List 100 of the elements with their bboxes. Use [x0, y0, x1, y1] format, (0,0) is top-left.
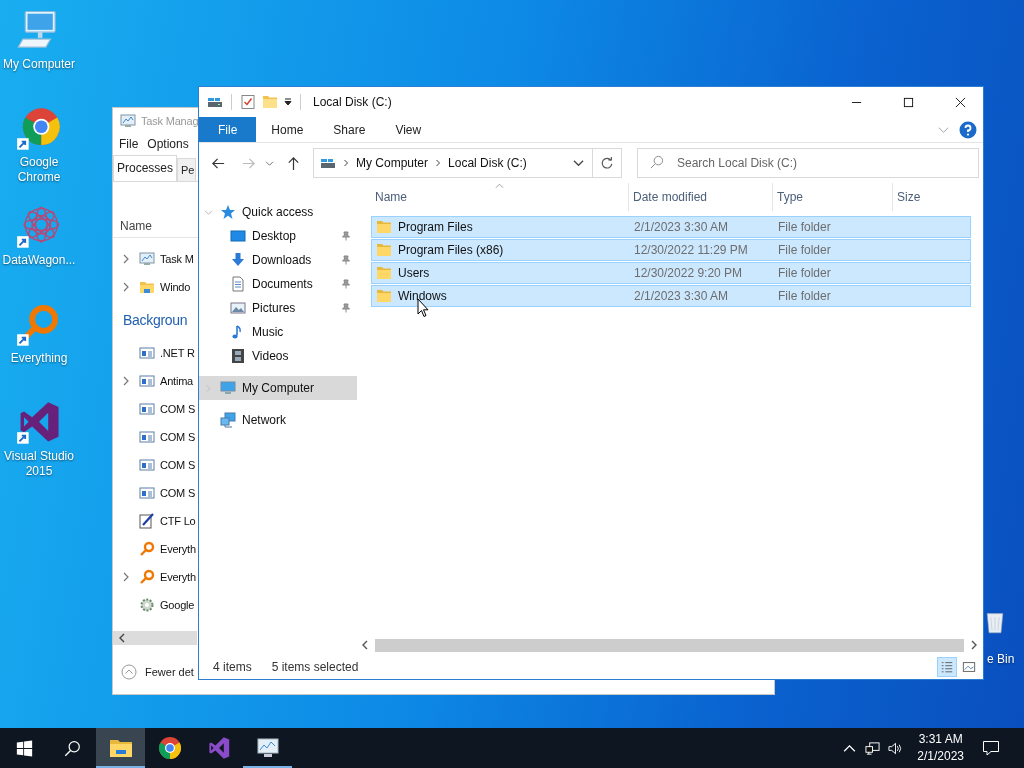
window-icon [139, 429, 155, 445]
navigation-item[interactable]: Videos [199, 344, 357, 368]
column-header[interactable]: Name [371, 183, 629, 211]
selection-count: 5 items selected [271, 659, 359, 674]
file-name: Users [398, 266, 430, 280]
navigation-item[interactable]: Music [199, 320, 357, 344]
column-header[interactable]: Name [120, 219, 152, 233]
process-name: Google [160, 599, 195, 611]
navigation-item[interactable]: Downloads [199, 248, 357, 272]
scroll-right-icon[interactable] [970, 640, 978, 650]
scroll-left-icon[interactable] [118, 633, 126, 643]
clock-time[interactable]: 3:31 AM [918, 731, 963, 748]
monitor-chart-icon[interactable] [255, 736, 280, 760]
navigation-item[interactable]: Network [199, 408, 357, 432]
search-icon[interactable] [63, 739, 81, 757]
chrome-icon[interactable] [157, 736, 182, 760]
navigation-item[interactable]: Desktop [199, 224, 357, 248]
picture-frame-icon [230, 300, 246, 316]
date-modified: 2/1/2023 3:30 AM [634, 289, 729, 303]
menu-item[interactable]: Options [147, 137, 189, 151]
navigation-item[interactable]: Quick access [199, 200, 357, 224]
ribbon-tab[interactable]: Home [256, 117, 319, 142]
folder-icon [139, 279, 155, 295]
process-name: COM S [160, 403, 196, 415]
pin-icon[interactable] [341, 279, 351, 289]
notifications-icon[interactable] [982, 739, 1000, 757]
breadcrumb-chevron-icon[interactable] [343, 158, 349, 168]
windows-logo-icon[interactable] [15, 739, 33, 757]
gear-icon [139, 597, 155, 613]
visual-studio-icon[interactable] [16, 400, 62, 446]
flower-pattern-icon[interactable] [16, 204, 62, 250]
maximize-icon[interactable] [902, 96, 914, 108]
process-name: COM S [160, 487, 196, 499]
column-header[interactable]: Date modified [629, 183, 773, 211]
tab[interactable]: Pe [177, 158, 196, 181]
navigation-item[interactable]: Documents [199, 272, 357, 296]
file-type: File folder [778, 220, 831, 234]
magnifier-icon [139, 541, 155, 557]
expand-chevron-icon[interactable] [122, 282, 130, 292]
process-name: Antima [160, 375, 194, 387]
folder-icon [376, 288, 392, 304]
column-header[interactable]: Size [893, 183, 969, 211]
breadcrumb-chevron-icon[interactable] [435, 158, 442, 168]
search-field[interactable]: Search Local Disk (C:) [637, 148, 979, 178]
properties-checkmark-icon[interactable] [240, 94, 256, 110]
file-row[interactable]: Windows 2/1/2023 3:30 AM File folder [371, 285, 971, 307]
close-icon[interactable] [954, 96, 966, 108]
column-header[interactable]: Type [773, 183, 893, 211]
window-icon [139, 485, 155, 501]
help-icon[interactable] [959, 120, 977, 139]
refresh-icon[interactable] [600, 156, 614, 170]
desktop-icon-label[interactable]: e Bin [987, 652, 1015, 666]
navigation-item[interactable]: Pictures [199, 296, 357, 320]
address-dropdown-icon[interactable] [573, 159, 584, 167]
mouse-cursor-icon [417, 298, 429, 318]
recent-locations-caret-icon[interactable] [265, 159, 274, 167]
customize-caret-icon[interactable] [284, 98, 292, 106]
file-row[interactable]: Program Files (x86) 12/30/2022 11:29 PM File folder [371, 239, 971, 261]
folder-icon [376, 219, 392, 235]
pin-icon[interactable] [341, 303, 351, 313]
network-icon[interactable] [865, 740, 881, 756]
ribbon-tab[interactable]: Share [318, 117, 381, 142]
refresh-button[interactable] [593, 148, 622, 178]
tab[interactable]: Processes [113, 155, 178, 181]
breadcrumb[interactable]: Local Disk (C:) [448, 156, 527, 170]
expand-chevron-icon[interactable] [122, 376, 130, 386]
file-menu-tab[interactable]: File [199, 117, 257, 142]
fewer-details-link[interactable]: Fewer det [145, 666, 194, 678]
download-arrow-icon [230, 252, 246, 268]
pin-icon[interactable] [341, 231, 351, 241]
navigation-item[interactable]: My Computer [199, 376, 357, 400]
monitor-chart-icon [120, 112, 136, 129]
expand-chevron-icon[interactable] [122, 572, 130, 582]
menu-item[interactable]: File [119, 137, 139, 151]
window-title: Local Disk (C:) [313, 95, 392, 109]
date-modified: 2/1/2023 3:30 AM [634, 220, 729, 234]
process-name: Windo [160, 281, 191, 293]
collapse-up-icon[interactable] [121, 664, 137, 680]
file-row[interactable]: Program Files 2/1/2023 3:30 AM File folder [371, 216, 971, 238]
ribbon-tab[interactable]: View [380, 117, 437, 142]
pen-on-paper-icon [139, 513, 155, 529]
item-count: 4 items [213, 659, 252, 674]
file-row[interactable]: Users 12/30/2022 9:20 PM File folder [371, 262, 971, 284]
window-icon [139, 345, 155, 361]
window-title: Task Manag [141, 114, 199, 127]
process-name: CTF Lo [160, 515, 196, 527]
breadcrumb[interactable]: My Computer [356, 156, 429, 170]
document-icon [230, 276, 246, 292]
expand-chevron-icon[interactable] [122, 254, 130, 264]
scroll-left-icon[interactable] [361, 640, 369, 650]
clock-date[interactable]: 2/1/2023 [917, 748, 964, 765]
volume-icon[interactable] [888, 740, 904, 756]
horizontal-scrollbar[interactable] [113, 631, 197, 645]
address-bar[interactable]: My Computer Local Disk (C:) [313, 148, 593, 178]
up-arrow-icon[interactable] [286, 155, 301, 171]
date-modified: 12/30/2022 9:20 PM [634, 266, 743, 280]
file-explorer-taskbar-button[interactable] [96, 728, 145, 768]
pin-icon[interactable] [341, 255, 351, 265]
search-icon [649, 155, 664, 170]
computer-icon [220, 380, 236, 396]
